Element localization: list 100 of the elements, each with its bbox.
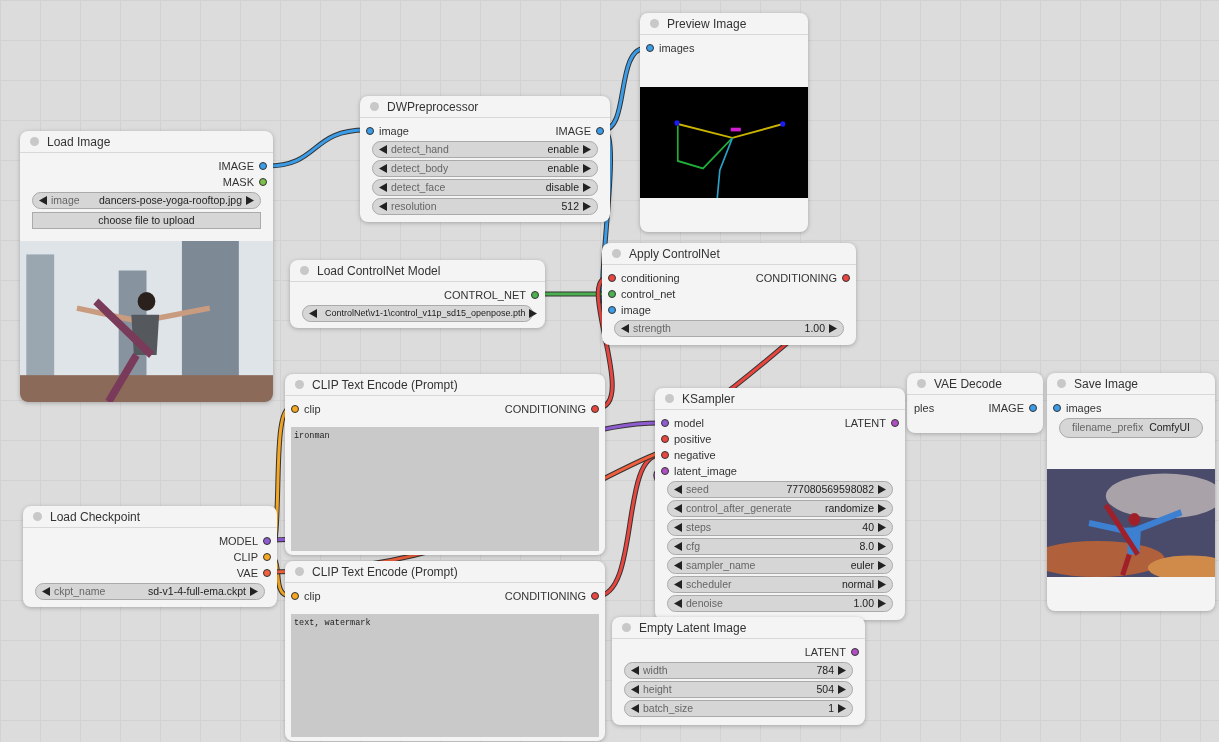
- input-label: conditioning: [621, 270, 680, 286]
- widget-label: filename_prefix: [1072, 420, 1145, 436]
- right-arrow-icon[interactable]: [878, 523, 886, 532]
- right-arrow-icon[interactable]: [878, 542, 886, 551]
- widget-value: 8.0: [859, 538, 874, 554]
- node-card[interactable]: CLIP Text Encode (Prompt) clip CONDITIONING text, watermark: [285, 561, 605, 741]
- combo-widget[interactable]: ckpt_name sd-v1-4-full-ema.ckpt: [35, 583, 265, 600]
- input-label: clip: [304, 588, 321, 604]
- node-card[interactable]: Load ControlNet Model CONTROL_NET ControlNet\v1-1\control_v11p_sd15_openpose.pth: [290, 260, 545, 328]
- widget-value: 777080569598082: [786, 481, 874, 497]
- input-label: ples: [914, 400, 935, 416]
- combo-widget[interactable]: image dancers-pose-yoga-rooftop.jpg: [32, 192, 261, 209]
- right-arrow-icon[interactable]: [829, 324, 837, 333]
- right-arrow-icon[interactable]: [250, 587, 258, 596]
- node-title: Load ControlNet Model: [317, 262, 441, 280]
- prompt-field[interactable]: ironman: [291, 427, 599, 551]
- left-arrow-icon[interactable]: [631, 666, 639, 675]
- left-arrow-icon[interactable]: [379, 164, 387, 173]
- widget-value: sd-v1-4-full-ema.ckpt: [147, 583, 246, 599]
- left-arrow-icon[interactable]: [39, 196, 47, 205]
- right-arrow-icon[interactable]: [838, 685, 846, 694]
- combo-widget[interactable]: seed 777080569598082: [667, 481, 893, 498]
- widget-value: 1.00: [804, 320, 825, 336]
- right-arrow-icon[interactable]: [583, 183, 591, 192]
- right-arrow-icon[interactable]: [583, 202, 591, 211]
- widget-value: 784: [816, 662, 834, 678]
- node-title: KSampler: [682, 390, 735, 408]
- widget-value: ControlNet\v1-1\control_v11p_sd15_openpose.pth: [325, 306, 526, 320]
- combo-widget[interactable]: width 784: [624, 662, 853, 679]
- left-arrow-icon[interactable]: [674, 599, 682, 608]
- upload-button[interactable]: choose file to upload: [32, 212, 261, 229]
- node-card[interactable]: VAE Decode ples IMAGE: [907, 373, 1043, 433]
- node-card[interactable]: KSampler model LATENT positive negative latent_image seed 777080569598082 control_after_generate randomize steps 40 cfg 8.0 sampler_name euler scheduler normal denoise 1.00: [655, 388, 905, 620]
- combo-widget[interactable]: height 504: [624, 681, 853, 698]
- node-card[interactable]: Load Checkpoint MODEL CLIP VAE ckpt_name sd-v1-4-full-ema.ckpt: [23, 506, 277, 607]
- output-label: CONDITIONING: [504, 588, 586, 604]
- left-arrow-icon[interactable]: [631, 685, 639, 694]
- combo-widget[interactable]: cfg 8.0: [667, 538, 893, 555]
- output-label: IMAGE: [988, 400, 1024, 416]
- left-arrow-icon[interactable]: [674, 504, 682, 513]
- right-arrow-icon[interactable]: [838, 704, 846, 713]
- right-arrow-icon[interactable]: [246, 196, 254, 205]
- right-arrow-icon[interactable]: [529, 309, 538, 318]
- node-card[interactable]: Load Image IMAGE MASK image dancers-pose-yoga-rooftop.jpg choose file to upload: [20, 131, 273, 402]
- widget-value: 512: [561, 198, 579, 214]
- left-arrow-icon[interactable]: [674, 523, 682, 532]
- input-label: clip: [304, 401, 321, 417]
- combo-widget[interactable]: scheduler normal: [667, 576, 893, 593]
- right-arrow-icon[interactable]: [878, 599, 886, 608]
- node-title: Apply ControlNet: [629, 245, 720, 263]
- right-arrow-icon[interactable]: [878, 504, 886, 513]
- left-arrow-icon[interactable]: [379, 202, 387, 211]
- node-title: DWPreprocessor: [387, 98, 479, 116]
- left-arrow-icon[interactable]: [674, 485, 682, 494]
- node-title: VAE Decode: [934, 375, 1002, 393]
- output-label: CLIP: [233, 549, 258, 565]
- left-arrow-icon[interactable]: [621, 324, 629, 333]
- node-title: Empty Latent Image: [639, 619, 747, 637]
- left-arrow-icon[interactable]: [309, 309, 317, 318]
- combo-widget[interactable]: batch_size 1: [624, 700, 853, 717]
- widget-label: scheduler: [686, 576, 733, 592]
- left-arrow-icon[interactable]: [674, 561, 682, 570]
- combo-widget[interactable]: strength 1.00: [614, 320, 844, 337]
- widget-value: enable: [547, 160, 579, 176]
- combo-widget[interactable]: detect_body enable: [372, 160, 598, 177]
- combo-widget[interactable]: detect_face disable: [372, 179, 598, 196]
- widget-label: seed: [686, 481, 710, 497]
- widget-value: normal: [841, 576, 874, 592]
- output-label: CONDITIONING: [504, 401, 586, 417]
- left-arrow-icon[interactable]: [674, 580, 682, 589]
- left-arrow-icon[interactable]: [674, 542, 682, 551]
- left-arrow-icon[interactable]: [42, 587, 50, 596]
- output-label: CONDITIONING: [755, 270, 837, 286]
- node-card[interactable]: Preview Image images: [640, 13, 808, 232]
- widget-label: detect_body: [391, 160, 450, 176]
- right-arrow-icon[interactable]: [878, 485, 886, 494]
- right-arrow-icon[interactable]: [878, 561, 886, 570]
- node-card[interactable]: DWPreprocessor image IMAGE detect_hand enable detect_body enable detect_face disable resolution 512: [360, 96, 610, 222]
- node-title: CLIP Text Encode (Prompt): [312, 376, 458, 394]
- right-arrow-icon[interactable]: [838, 666, 846, 675]
- combo-widget[interactable]: steps 40: [667, 519, 893, 536]
- combo-widget[interactable]: control_after_generate randomize: [667, 500, 893, 517]
- node-card[interactable]: Empty Latent Image LATENT width 784 height 504 batch_size 1: [612, 617, 865, 725]
- widget-value: 504: [816, 681, 834, 697]
- left-arrow-icon[interactable]: [379, 183, 387, 192]
- right-arrow-icon[interactable]: [583, 145, 591, 154]
- widget-label: steps: [686, 519, 713, 535]
- prompt-field[interactable]: text, watermark: [291, 614, 599, 737]
- node-card[interactable]: Apply ControlNet conditioning CONDITIONING control_net image strength 1.00: [602, 243, 856, 345]
- right-arrow-icon[interactable]: [583, 164, 591, 173]
- combo-widget[interactable]: resolution 512: [372, 198, 598, 215]
- node-card[interactable]: CLIP Text Encode (Prompt) clip CONDITIONING ironman: [285, 374, 605, 555]
- right-arrow-icon[interactable]: [878, 580, 886, 589]
- combo-widget[interactable]: denoise 1.00: [667, 595, 893, 612]
- node-card[interactable]: Save Image images filename_prefix ComfyUI: [1047, 373, 1215, 611]
- combo-widget[interactable]: detect_hand enable: [372, 141, 598, 158]
- combo-widget[interactable]: sampler_name euler: [667, 557, 893, 574]
- left-arrow-icon[interactable]: [379, 145, 387, 154]
- text-widget[interactable]: filename_prefix ComfyUI: [1059, 418, 1203, 438]
- left-arrow-icon[interactable]: [631, 704, 639, 713]
